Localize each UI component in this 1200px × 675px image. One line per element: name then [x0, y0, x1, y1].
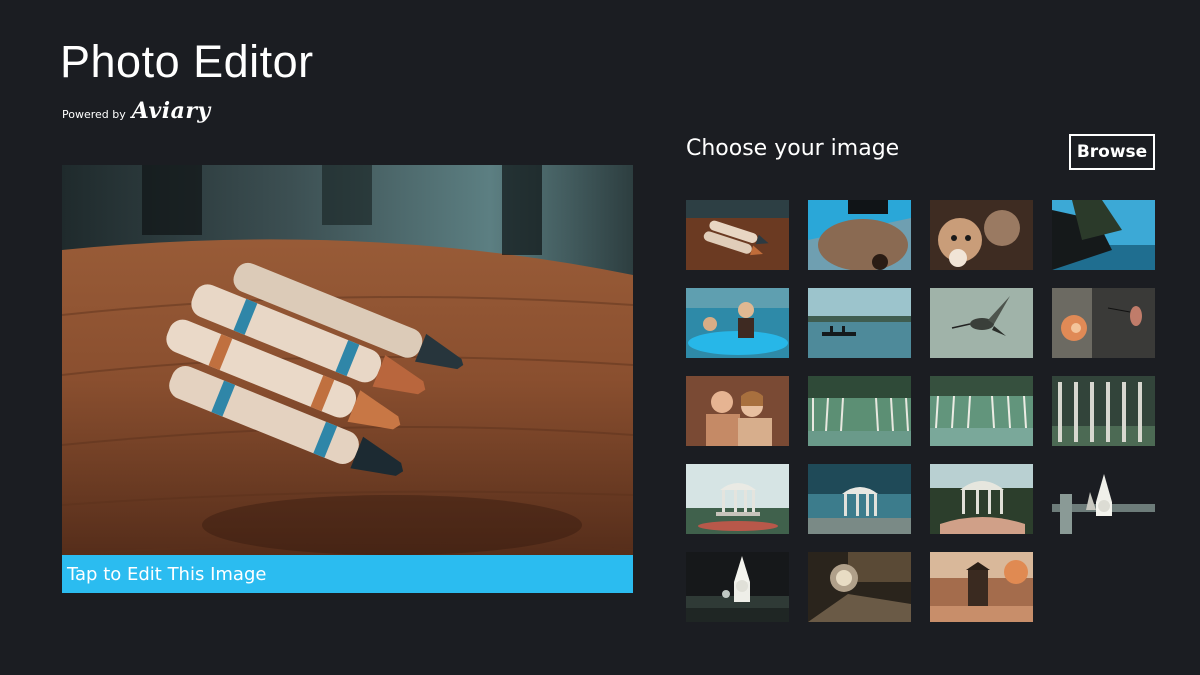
thumbnail-grid: [686, 200, 1155, 622]
edit-image-button[interactable]: Tap to Edit This Image: [62, 555, 633, 593]
thumbnail-fence-trees[interactable]: [1052, 376, 1155, 446]
thumbnail-dog-closeup[interactable]: [808, 200, 911, 270]
browse-button[interactable]: Browse: [1069, 134, 1155, 170]
thumbnail-crayons[interactable]: [686, 200, 789, 270]
crayons-photo: [62, 165, 633, 593]
thumbnail-garden-gnome-2[interactable]: [686, 552, 789, 622]
thumbnail-deck-fisheye[interactable]: [808, 376, 911, 446]
thumbnail-gazebo-3[interactable]: [930, 464, 1033, 534]
thumbnail-lake-boat[interactable]: [808, 288, 911, 358]
thumbnail-gazebo-2[interactable]: [808, 464, 911, 534]
thumbnail-girls-in-pool[interactable]: [686, 288, 789, 358]
thumbnail-hummingbird-flower[interactable]: [1052, 288, 1155, 358]
thumbnail-garden-gnome[interactable]: [1052, 464, 1155, 534]
main-image-preview[interactable]: Tap to Edit This Image: [62, 165, 633, 593]
choose-image-heading: Choose your image: [686, 136, 900, 161]
powered-by-label: Powered by: [62, 108, 126, 121]
thumbnail-hummingbird[interactable]: [930, 288, 1033, 358]
thumbnail-gazebo[interactable]: [686, 464, 789, 534]
aviary-logo: Aviary: [131, 98, 211, 124]
app-title: Photo Editor: [60, 36, 314, 87]
thumbnail-couple-portrait[interactable]: [686, 376, 789, 446]
edit-image-label: Tap to Edit This Image: [67, 564, 267, 585]
thumbnail-deck-fisheye-2[interactable]: [930, 376, 1033, 446]
thumbnail-dog-puppies[interactable]: [930, 200, 1033, 270]
powered-by: Powered by Aviary: [62, 98, 211, 124]
thumbnail-street-lamp[interactable]: [808, 552, 911, 622]
thumbnail-tree-lake[interactable]: [1052, 200, 1155, 270]
thumbnail-outhouse-autumn[interactable]: [930, 552, 1033, 622]
